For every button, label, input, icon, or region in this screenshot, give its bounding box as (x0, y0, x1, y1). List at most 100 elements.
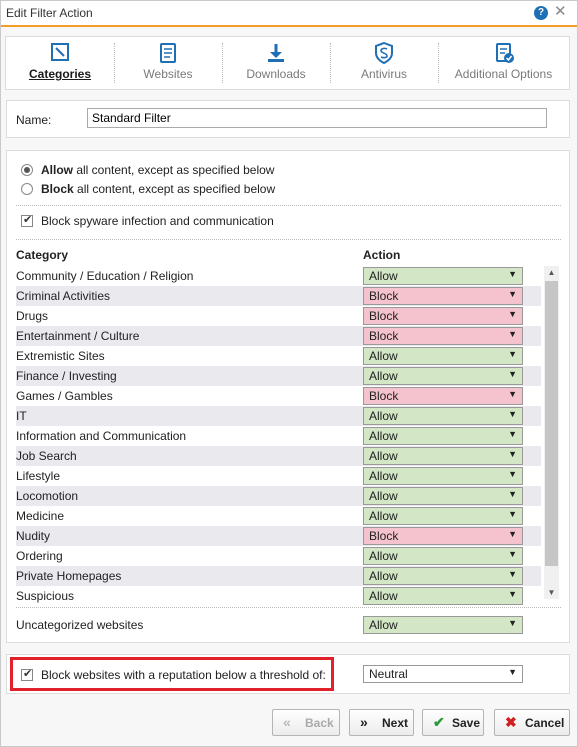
chevron-down-icon: ▼ (508, 667, 517, 677)
tab-additional-options[interactable]: Additional Options (438, 37, 569, 89)
action-select[interactable]: Allow ▼ (363, 427, 523, 445)
action-select[interactable]: Allow ▼ (363, 567, 523, 585)
cancel-button[interactable]: ✖ Cancel (494, 709, 570, 736)
category-name: Extremistic Sites (16, 349, 105, 363)
reputation-threshold-select[interactable]: Neutral ▼ (363, 665, 523, 683)
category-name: Games / Gambles (16, 389, 113, 403)
action-select[interactable]: Allow ▼ (363, 267, 523, 285)
action-select[interactable]: Allow ▼ (363, 367, 523, 385)
select-value: Allow (369, 569, 398, 583)
category-name: Nudity (16, 529, 51, 543)
back-icon: « (283, 714, 291, 730)
downloads-icon (268, 44, 284, 62)
next-label: Next (382, 716, 409, 730)
reputation-panel: Block websites with a reputation below a… (6, 654, 570, 694)
tab-bar: Categories Websites Downloads Antivirus … (5, 36, 570, 90)
action-select[interactable]: Allow ▼ (363, 547, 523, 565)
tab-label: Antivirus (360, 67, 407, 81)
tab-label: Categories (28, 67, 92, 81)
table-row: Locomotion Allow ▼ (16, 486, 541, 506)
tab-downloads[interactable]: Downloads (222, 37, 330, 89)
action-select[interactable]: Block ▼ (363, 287, 523, 305)
cancel-icon: ✖ (505, 714, 517, 730)
table-row: Entertainment / Culture Block ▼ (16, 326, 541, 346)
action-select[interactable]: Allow ▼ (363, 487, 523, 505)
table-row: Finance / Investing Allow ▼ (16, 366, 541, 386)
chevron-down-icon: ▼ (508, 269, 517, 279)
chevron-down-icon: ▼ (508, 509, 517, 519)
action-select[interactable]: Block ▼ (363, 307, 523, 325)
action-select[interactable]: Allow ▼ (363, 407, 523, 425)
uncategorized-label: Uncategorized websites (16, 618, 144, 632)
filter-panel: Allow all content, except as specified b… (6, 150, 570, 643)
category-name: Ordering (16, 549, 63, 563)
action-select[interactable]: Block ▼ (363, 387, 523, 405)
back-label: Back (305, 716, 334, 730)
tab-categories[interactable]: Categories (6, 37, 114, 89)
action-select[interactable]: Allow ▼ (363, 467, 523, 485)
reputation-label: Block websites with a reputation below a… (41, 668, 326, 682)
block-all-radio[interactable] (21, 183, 33, 195)
tab-websites[interactable]: Websites (114, 37, 222, 89)
category-name: Criminal Activities (16, 289, 111, 303)
scroll-up-icon[interactable]: ▲ (544, 268, 559, 277)
block-spyware-checkbox[interactable] (21, 213, 33, 227)
category-name: Suspicious (16, 589, 75, 603)
allow-all-radio[interactable] (21, 164, 33, 176)
table-row: Drugs Block ▼ (16, 306, 541, 326)
table-row: Medicine Allow ▼ (16, 506, 541, 526)
list-scrollbar[interactable]: ▲ ▼ (544, 266, 559, 599)
select-value: Neutral (369, 667, 408, 681)
action-select[interactable]: Allow ▼ (363, 447, 523, 465)
category-name: Entertainment / Culture (16, 329, 140, 343)
category-name: IT (16, 409, 27, 423)
tab-label: Websites (143, 67, 193, 81)
action-select[interactable]: Block ▼ (363, 327, 523, 345)
select-value: Allow (369, 469, 398, 483)
category-name: Lifestyle (16, 469, 61, 483)
chevron-down-icon: ▼ (508, 309, 517, 319)
title-bar: Edit Filter Action ? ✕ (1, 1, 577, 27)
table-row: Job Search Allow ▼ (16, 446, 541, 466)
select-value: Allow (369, 349, 398, 363)
category-name: Drugs (16, 309, 49, 323)
scroll-thumb[interactable] (545, 281, 558, 566)
chevron-down-icon: ▼ (508, 489, 517, 499)
action-select[interactable]: Allow ▼ (363, 587, 523, 605)
cancel-label: Cancel (525, 716, 565, 730)
save-button[interactable]: ✔ Save (422, 709, 484, 736)
categories-icon (51, 43, 69, 61)
block-all-label: Block all content, except as specified b… (41, 182, 276, 196)
table-row: Community / Education / Religion Allow ▼ (16, 266, 541, 286)
divider (16, 239, 561, 240)
save-label: Save (452, 716, 481, 730)
chevron-down-icon: ▼ (508, 409, 517, 419)
additional-options-icon (495, 43, 514, 63)
help-icon[interactable]: ? (534, 6, 548, 20)
category-name: Medicine (16, 509, 65, 523)
table-row: IT Allow ▼ (16, 406, 541, 426)
table-row: Suspicious Allow ▼ (16, 586, 541, 606)
action-select[interactable]: Block ▼ (363, 527, 523, 545)
chevron-down-icon: ▼ (508, 469, 517, 479)
action-select[interactable]: Allow ▼ (363, 347, 523, 365)
select-value: Allow (369, 429, 398, 443)
scroll-down-icon[interactable]: ▼ (544, 588, 559, 597)
chevron-down-icon: ▼ (508, 449, 517, 459)
close-icon[interactable]: ✕ (554, 4, 567, 20)
name-input[interactable] (87, 108, 547, 128)
select-value: Allow (369, 489, 398, 503)
tab-antivirus[interactable]: Antivirus (330, 37, 438, 89)
reputation-checkbox[interactable] (21, 667, 33, 681)
select-value: Block (369, 389, 399, 403)
table-row: Criminal Activities Block ▼ (16, 286, 541, 306)
next-button[interactable]: » Next (349, 709, 414, 736)
uncategorized-action-select[interactable]: Allow ▼ (363, 616, 523, 634)
chevron-down-icon: ▼ (508, 589, 517, 599)
category-column-header: Category (16, 248, 69, 262)
select-value: Block (369, 329, 399, 343)
action-select[interactable]: Allow ▼ (363, 507, 523, 525)
chevron-down-icon: ▼ (508, 349, 517, 359)
back-button[interactable]: « Back (272, 709, 340, 736)
tab-label: Downloads (246, 67, 306, 81)
